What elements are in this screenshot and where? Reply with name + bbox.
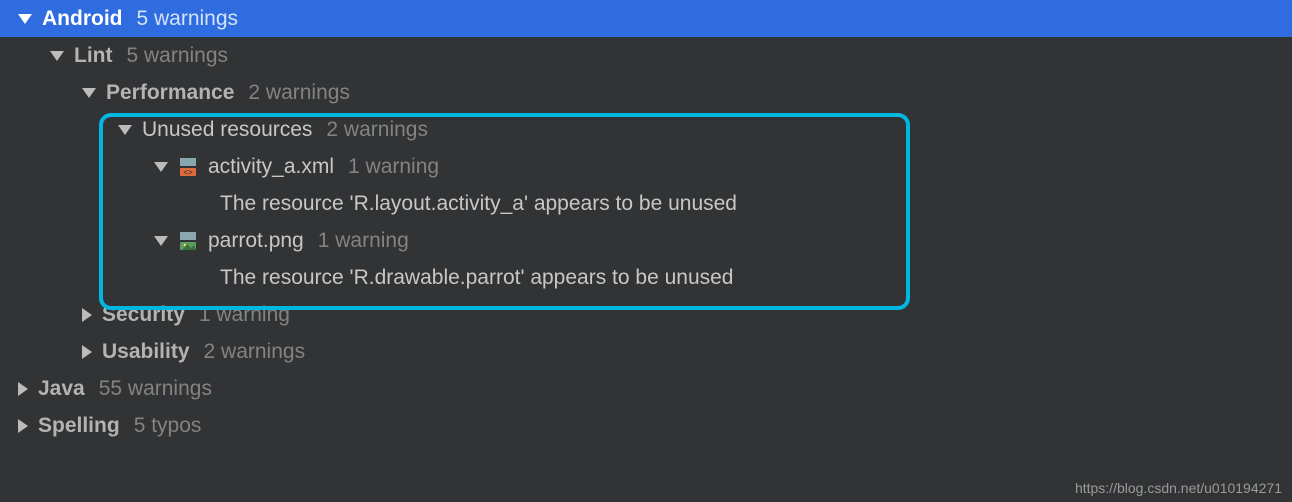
tree-item-lint[interactable]: Lint 5 warnings	[0, 37, 1292, 74]
tree-item-android[interactable]: Android 5 warnings	[0, 0, 1292, 37]
warning-count: 5 warnings	[136, 7, 238, 31]
chevron-down-icon[interactable]	[82, 88, 96, 98]
tree-label: Performance	[106, 81, 234, 105]
tree-label: Lint	[74, 44, 112, 68]
warning-count: 5 typos	[134, 414, 202, 438]
watermark-text: https://blog.csdn.net/u010194271	[1075, 480, 1282, 496]
chevron-right-icon[interactable]	[18, 419, 28, 433]
tree-item-spelling[interactable]: Spelling 5 typos	[0, 407, 1292, 444]
tree-label: Android	[42, 7, 122, 31]
warning-count: 2 warnings	[204, 340, 306, 364]
xml-file-icon: <>	[178, 157, 198, 177]
tree-item-unused-resources[interactable]: Unused resources 2 warnings	[0, 111, 1292, 148]
warning-count: 1 warning	[318, 229, 409, 253]
chevron-down-icon[interactable]	[154, 236, 168, 246]
tree-item-java[interactable]: Java 55 warnings	[0, 370, 1292, 407]
warning-text: The resource 'R.layout.activity_a' appea…	[220, 192, 737, 216]
chevron-down-icon[interactable]	[154, 162, 168, 172]
tree-item-security[interactable]: Security 1 warning	[0, 296, 1292, 333]
tree-item-performance[interactable]: Performance 2 warnings	[0, 74, 1292, 111]
file-name: parrot.png	[208, 229, 304, 253]
tree-item-file-parrot-png[interactable]: parrot.png 1 warning	[0, 222, 1292, 259]
chevron-down-icon[interactable]	[50, 51, 64, 61]
chevron-right-icon[interactable]	[82, 308, 92, 322]
warning-count: 1 warning	[348, 155, 439, 179]
chevron-down-icon[interactable]	[18, 14, 32, 24]
warning-count: 1 warning	[199, 303, 290, 327]
tree-label: Usability	[102, 340, 190, 364]
tree-label: Spelling	[38, 414, 120, 438]
tree-label: Java	[38, 377, 85, 401]
file-name: activity_a.xml	[208, 155, 334, 179]
warning-count: 2 warnings	[248, 81, 350, 105]
chevron-down-icon[interactable]	[118, 125, 132, 135]
warning-count: 55 warnings	[99, 377, 212, 401]
chevron-right-icon[interactable]	[18, 382, 28, 396]
warning-count: 2 warnings	[326, 118, 428, 142]
tree-label: Unused resources	[142, 118, 312, 142]
warning-text: The resource 'R.drawable.parrot' appears…	[220, 266, 734, 290]
tree-label: Security	[102, 303, 185, 327]
tree-item-file-activity-a-xml[interactable]: <> activity_a.xml 1 warning	[0, 148, 1292, 185]
warning-message[interactable]: The resource 'R.layout.activity_a' appea…	[0, 185, 1292, 222]
warning-count: 5 warnings	[126, 44, 228, 68]
warning-message[interactable]: The resource 'R.drawable.parrot' appears…	[0, 259, 1292, 296]
svg-text:<>: <>	[183, 168, 193, 177]
image-file-icon	[178, 231, 198, 251]
tree-item-usability[interactable]: Usability 2 warnings	[0, 333, 1292, 370]
chevron-right-icon[interactable]	[82, 345, 92, 359]
